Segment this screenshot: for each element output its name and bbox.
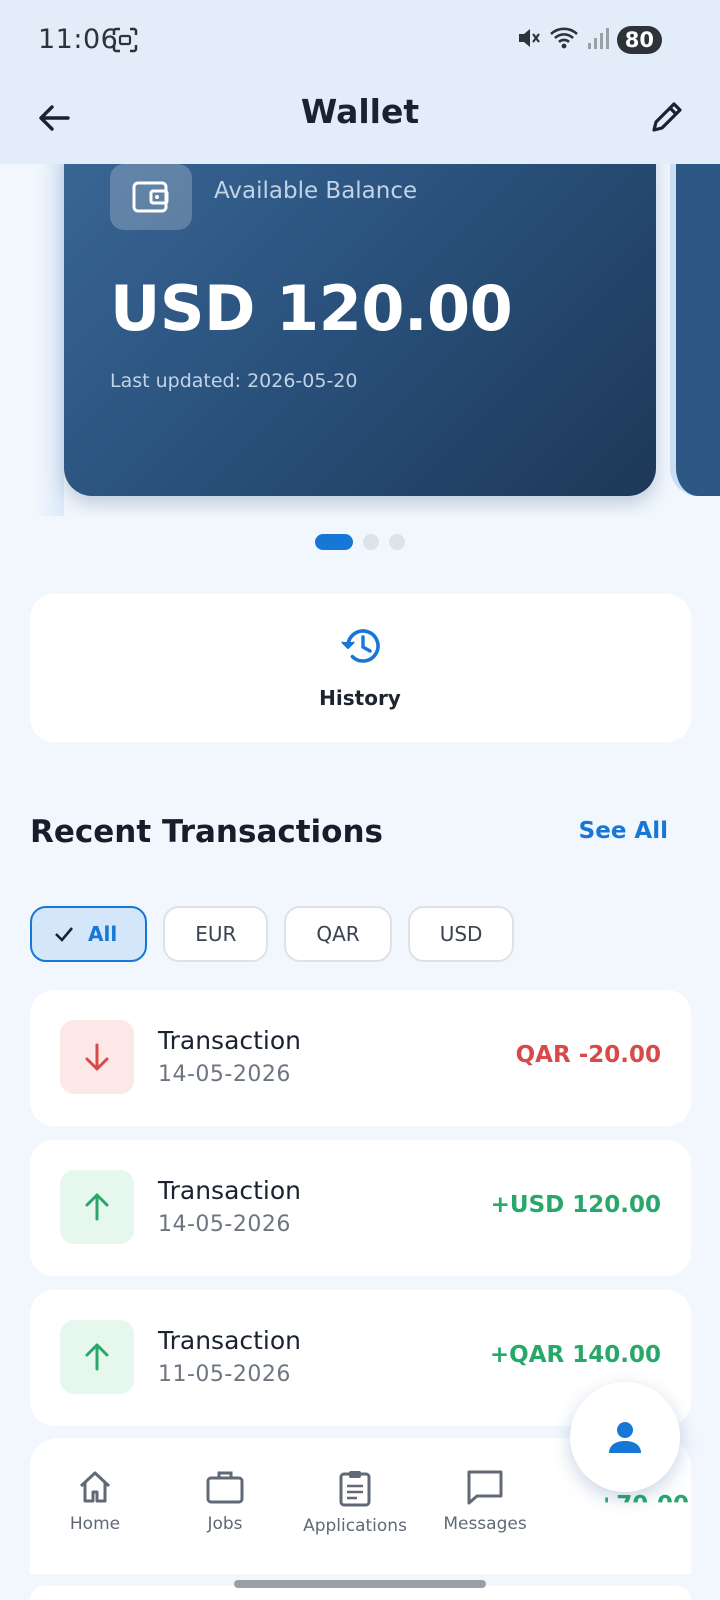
nav-label: Messages <box>443 1514 527 1534</box>
page-title: Wallet <box>300 92 420 131</box>
pencil-icon <box>652 102 682 132</box>
transaction-amount: +USD 120.00 <box>490 1192 661 1218</box>
filter-chip-label: USD <box>439 922 483 946</box>
transaction-date: 11-05-2026 <box>158 1362 291 1387</box>
transaction-title: Transaction <box>158 1176 302 1205</box>
profile-fab[interactable] <box>570 1382 680 1492</box>
nav-label: Jobs <box>207 1514 243 1534</box>
history-button[interactable] <box>30 594 691 742</box>
filter-chip-all[interactable]: All <box>30 906 148 962</box>
mute-icon <box>515 25 541 56</box>
pager-dot-active[interactable] <box>315 534 353 550</box>
app-bar: Wallet <box>0 82 720 164</box>
gesture-bar[interactable] <box>234 1580 486 1588</box>
arrow-up-icon <box>60 1170 134 1244</box>
status-icons: 80 <box>515 24 662 56</box>
nav-label: Applications <box>303 1516 407 1536</box>
filter-chip-label: All <box>88 922 118 946</box>
transaction-title: Transaction <box>158 1026 302 1055</box>
status-bar: 11:06 80 <box>0 0 720 82</box>
see-all-link[interactable]: See All <box>579 818 668 844</box>
nav-item-home[interactable]: Home <box>30 1468 160 1534</box>
filter-chip-qar[interactable]: QAR <box>284 906 392 962</box>
wallet-icon <box>110 164 192 230</box>
clipboard-icon <box>339 1471 371 1507</box>
chat-icon <box>467 1470 503 1505</box>
filter-chip-label: QAR <box>316 922 360 946</box>
nav-item-messages[interactable]: Messages <box>420 1468 550 1534</box>
history-label: History <box>319 686 401 710</box>
history-icon <box>341 629 380 663</box>
balance-label: Available Balance <box>214 178 418 204</box>
nav-item-applications[interactable]: Applications <box>290 1468 420 1536</box>
next-section-edge <box>30 1586 691 1600</box>
carousel-pager <box>315 534 405 550</box>
section-title: Recent Transactions <box>30 814 384 850</box>
nav-item-jobs[interactable]: Jobs <box>160 1468 290 1534</box>
transaction-title: Transaction <box>158 1326 302 1355</box>
screenshot-icon <box>112 27 138 58</box>
transaction-date: 14-05-2026 <box>158 1212 291 1237</box>
check-icon <box>55 927 73 942</box>
filter-chip-usd[interactable]: USD <box>407 906 515 962</box>
pager-dot[interactable] <box>389 534 405 550</box>
filter-chip-eur[interactable]: EUR <box>163 906 269 962</box>
filter-chip-label: EUR <box>195 922 237 946</box>
balance-card[interactable]: Available Balance USD 120.00 Last update… <box>64 164 656 496</box>
transaction-row[interactable]: Transaction 14-05-2026 +USD 120.00 <box>30 1140 691 1276</box>
battery-indicator: 80 <box>616 26 662 54</box>
briefcase-icon <box>206 1471 244 1504</box>
transaction-date: 14-05-2026 <box>158 1062 291 1087</box>
status-time: 11:06 <box>38 24 119 55</box>
currency-filter-chips: All EUR QAR USD <box>30 906 515 962</box>
signal-icon <box>587 26 609 55</box>
arrow-down-icon <box>60 1020 134 1094</box>
balance-amount: USD 120.00 <box>110 272 513 345</box>
nav-label: Home <box>69 1514 121 1534</box>
arrow-up-icon <box>60 1320 134 1394</box>
edit-button[interactable] <box>642 92 692 142</box>
next-balance-card[interactable] <box>670 164 720 496</box>
previous-card-edge <box>34 164 64 516</box>
transaction-amount: +QAR 140.00 <box>489 1342 661 1368</box>
pager-dot[interactable] <box>363 534 379 550</box>
last-updated: Last updated: 2026-05-20 <box>110 370 358 392</box>
transaction-amount: QAR -20.00 <box>515 1042 661 1068</box>
transaction-row[interactable]: Transaction 14-05-2026 QAR -20.00 <box>30 990 691 1126</box>
person-icon <box>609 1422 641 1453</box>
home-icon <box>79 1471 111 1503</box>
balance-carousel[interactable]: Available Balance USD 120.00 Last update… <box>0 164 720 516</box>
wifi-icon <box>549 25 579 56</box>
